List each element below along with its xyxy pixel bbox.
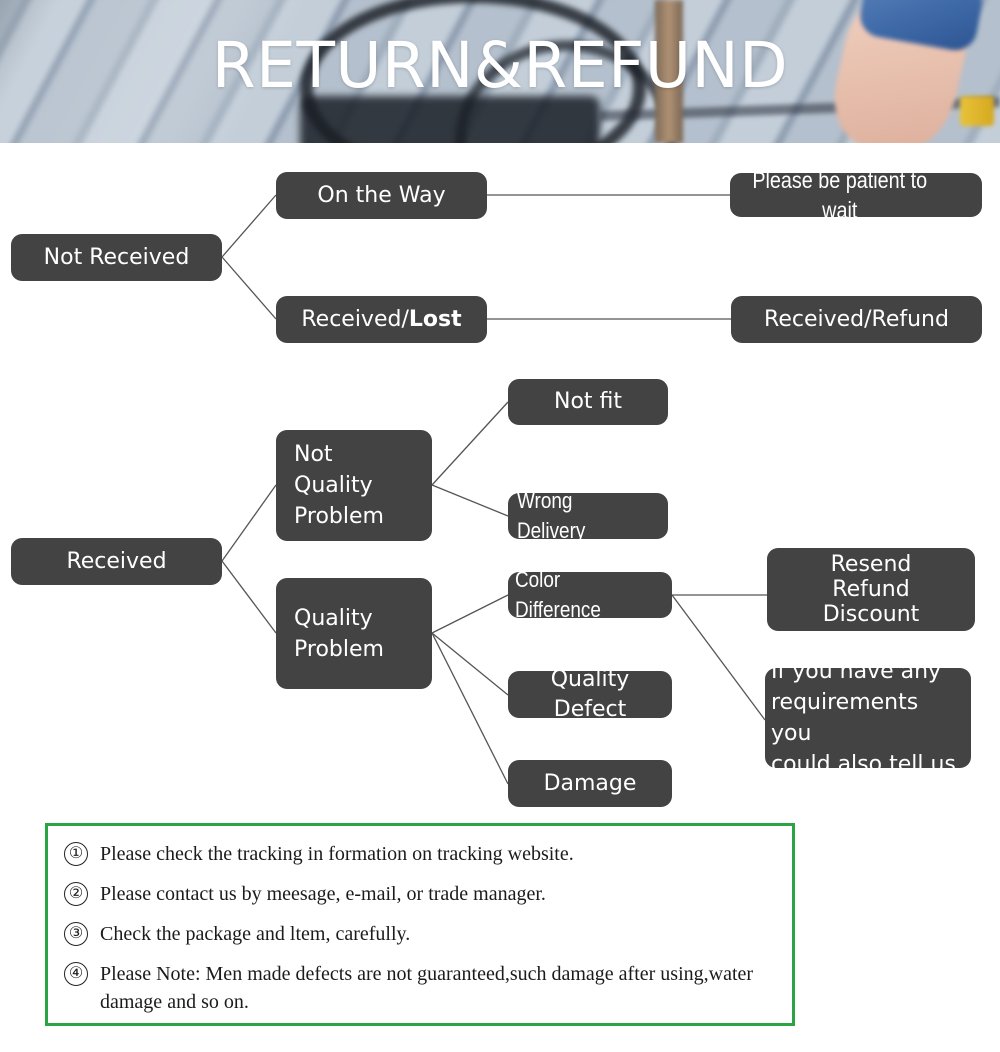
banner-board-shape	[300, 96, 600, 143]
note-text-4: Please Note: Men made defects are not gu…	[100, 963, 754, 1013]
note-number-3: ③	[64, 922, 88, 946]
returns-flowchart: Not Received On the Way Received/Lost Pl…	[0, 143, 1000, 818]
node-wrong-delivery-label: Wrong Delivery	[517, 488, 586, 543]
node-not-quality-problem[interactable]: Not Quality Problem	[276, 430, 432, 541]
return-refund-page: RETURN&REFUND Not Received On the Way Re…	[0, 0, 1000, 1052]
node-resend-refund-discount[interactable]: Resend Refund Discount	[767, 548, 975, 631]
page-title: RETURN&REFUND	[211, 29, 789, 102]
node-damage[interactable]: Damage	[508, 760, 672, 807]
node-if-you-have-any-requirements[interactable]: If you have any requirements you could a…	[765, 659, 971, 777]
node-wrong-delivery[interactable]: Wrong Delivery	[508, 488, 668, 543]
note-number-2: ②	[64, 882, 88, 906]
node-received[interactable]: Received	[11, 538, 222, 585]
node-received-lost[interactable]: Received/Lost	[276, 296, 487, 343]
node-please-be-patient-label: Please be patient to wait	[752, 167, 928, 223]
list-item: ③ Check the package and ltem, carefully.	[64, 920, 776, 948]
node-not-received[interactable]: Not Received	[11, 234, 222, 281]
node-please-be-patient[interactable]: Please be patient to wait	[730, 167, 982, 223]
node-quality-defect[interactable]: Quality Defect	[508, 667, 672, 722]
list-item: ② Please contact us by meesage, e-mail, …	[64, 880, 776, 908]
notes-box: ① Please check the tracking in formation…	[45, 823, 795, 1026]
node-received-lost-bold: Lost	[408, 306, 462, 332]
note-number-4: ④	[64, 962, 88, 986]
note-text-3: Check the package and ltem, carefully.	[100, 923, 411, 945]
note-text-1: Please check the tracking in formation o…	[100, 843, 574, 865]
note-number-1: ①	[64, 842, 88, 866]
node-on-the-way[interactable]: On the Way	[276, 172, 487, 219]
list-item: ① Please check the tracking in formation…	[64, 840, 776, 868]
node-color-difference[interactable]: Color Difference	[508, 567, 672, 622]
node-received-lost-prefix: Received/	[301, 306, 409, 332]
node-received-refund[interactable]: Received/Refund	[731, 296, 982, 343]
node-not-fit[interactable]: Not fit	[508, 379, 668, 425]
node-color-difference-label: Color Difference	[515, 567, 601, 622]
list-item: ④ Please Note: Men made defects are not …	[64, 960, 776, 1016]
header-banner: RETURN&REFUND	[0, 0, 1000, 143]
note-text-2: Please contact us by meesage, e-mail, or…	[100, 883, 546, 905]
node-quality-problem[interactable]: Quality Problem	[276, 578, 432, 689]
